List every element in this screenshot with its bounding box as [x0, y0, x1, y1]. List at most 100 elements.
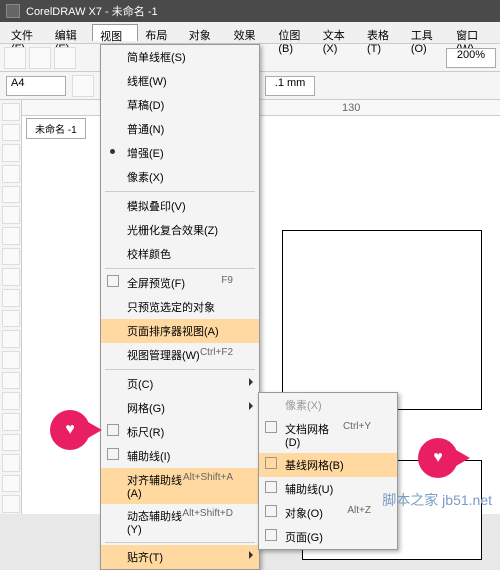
- menu-item-label: 视图管理器(W): [127, 347, 200, 363]
- tool-button[interactable]: [2, 103, 20, 121]
- page-outline: [282, 230, 482, 410]
- menu-item[interactable]: 简单线框(S): [101, 45, 259, 69]
- menu-item[interactable]: 文本(X): [316, 24, 360, 41]
- submenu-item[interactable]: 辅助线(U): [259, 477, 397, 501]
- menu-item[interactable]: 光栅化复合效果(Z): [101, 218, 259, 242]
- submenu-item-label: 对象(O): [285, 505, 323, 521]
- tool-button[interactable]: [2, 165, 20, 183]
- menu-item[interactable]: 校样颜色: [101, 242, 259, 266]
- submenu-item: 像素(X): [259, 393, 397, 417]
- menu-item-label: 校样颜色: [127, 246, 171, 262]
- tool-button[interactable]: [2, 144, 20, 162]
- orientation-button[interactable]: [72, 75, 94, 97]
- menu-icon: [265, 457, 277, 469]
- tool-button[interactable]: [2, 289, 20, 307]
- menu-shortcut: F9: [221, 275, 233, 291]
- menu-item-label: 线框(W): [127, 73, 167, 89]
- bullet-icon: [110, 149, 115, 154]
- menu-item[interactable]: 页面排序器视图(A): [101, 319, 259, 343]
- menu-item[interactable]: 像素(X): [101, 165, 259, 189]
- menu-item-label: 草稿(D): [127, 97, 164, 113]
- menu-item[interactable]: 线框(W): [101, 69, 259, 93]
- nudge-input[interactable]: .1 mm: [265, 76, 315, 96]
- toolbar-button[interactable]: [54, 47, 76, 69]
- menu-item[interactable]: 表格(T): [360, 24, 404, 41]
- tool-button[interactable]: [2, 124, 20, 142]
- menu-icon: [107, 448, 119, 460]
- toolbar-button[interactable]: [4, 47, 26, 69]
- menu-item-label: 网格(G): [127, 400, 165, 416]
- menu-item[interactable]: 模拟叠印(V): [101, 194, 259, 218]
- menu-shortcut: Alt+Z: [347, 505, 371, 521]
- menu-item-label: 页面排序器视图(A): [127, 323, 219, 339]
- submenu-item[interactable]: 页面(G): [259, 525, 397, 549]
- menu-item-label: 增强(E): [127, 145, 164, 161]
- menu-item[interactable]: 只预览选定的对象: [101, 295, 259, 319]
- tool-button[interactable]: [2, 351, 20, 369]
- ruler-horizontal: 50100130: [22, 100, 500, 116]
- submenu-item-label: 辅助线(U): [285, 481, 333, 497]
- menu-item-label: 标尺(R): [127, 424, 164, 440]
- submenu-item[interactable]: 基线网格(B): [259, 453, 397, 477]
- menu-item[interactable]: 贴齐(T): [101, 545, 259, 569]
- menu-item-label: 对齐辅助线(A): [127, 472, 183, 500]
- menu-item[interactable]: 视图(V): [92, 24, 138, 41]
- menu-item[interactable]: 位图(B): [271, 24, 315, 41]
- menu-item[interactable]: 对齐辅助线(A)Alt+Shift+A: [101, 468, 259, 504]
- tool-button[interactable]: [2, 310, 20, 328]
- menu-shortcut: Ctrl+F2: [200, 347, 233, 363]
- menu-item-label: 模拟叠印(V): [127, 198, 186, 214]
- menu-item[interactable]: 对象(C): [182, 24, 227, 41]
- app-icon: [6, 4, 20, 18]
- submenu-arrow-icon: [249, 378, 253, 386]
- document-tab[interactable]: 未命名 -1: [26, 118, 86, 139]
- menu-item[interactable]: 视图管理器(W)Ctrl+F2: [101, 343, 259, 367]
- tool-button[interactable]: [2, 206, 20, 224]
- menu-item-label: 全屏预览(F): [127, 275, 185, 291]
- menu-item[interactable]: 动态辅助线(Y)Alt+Shift+D: [101, 504, 259, 540]
- menu-item[interactable]: 窗口(W): [449, 24, 496, 41]
- menu-bar: 文件(F)编辑(E)视图(V)布局(L)对象(C)效果(C)位图(B)文本(X)…: [0, 22, 500, 44]
- submenu-item[interactable]: 文档网格(D)Ctrl+Y: [259, 417, 397, 453]
- tool-button[interactable]: [2, 454, 20, 472]
- menu-item[interactable]: 布局(L): [138, 24, 181, 41]
- menu-item[interactable]: 网格(G): [101, 396, 259, 420]
- annotation-badge: ♥: [418, 438, 458, 478]
- menu-item[interactable]: 全屏预览(F) F9: [101, 271, 259, 295]
- menu-item[interactable]: 效果(C): [227, 24, 272, 41]
- tool-button[interactable]: [2, 330, 20, 348]
- tool-button[interactable]: [2, 268, 20, 286]
- menu-separator: [105, 268, 255, 269]
- menu-item[interactable]: 标尺(R): [101, 420, 259, 444]
- zoom-select[interactable]: 200%: [446, 48, 496, 68]
- toolbar-button[interactable]: [29, 47, 51, 69]
- menu-item[interactable]: 普通(N): [101, 117, 259, 141]
- menu-item[interactable]: 编辑(E): [48, 24, 92, 41]
- menu-shortcut: Alt+Shift+D: [182, 508, 233, 536]
- submenu-item-label: 基线网格(B): [285, 457, 344, 473]
- tool-button[interactable]: [2, 372, 20, 390]
- menu-item[interactable]: 页(C): [101, 372, 259, 396]
- tool-button[interactable]: [2, 413, 20, 431]
- menu-icon: [265, 505, 277, 517]
- tool-button[interactable]: [2, 475, 20, 493]
- submenu-item-label: 文档网格(D): [285, 421, 343, 449]
- tool-button[interactable]: [2, 186, 20, 204]
- menu-item[interactable]: 草稿(D): [101, 93, 259, 117]
- menu-item-label: 普通(N): [127, 121, 164, 137]
- page-size-select[interactable]: A4: [6, 76, 66, 96]
- menu-item-label: 像素(X): [127, 169, 164, 185]
- tool-button[interactable]: [2, 434, 20, 452]
- tool-button[interactable]: [2, 392, 20, 410]
- menu-separator: [105, 369, 255, 370]
- menu-item[interactable]: 工具(O): [404, 24, 449, 41]
- submenu-item[interactable]: 对象(O) Alt+Z: [259, 501, 397, 525]
- tool-button[interactable]: [2, 227, 20, 245]
- tool-button[interactable]: [2, 248, 20, 266]
- menu-item-label: 动态辅助线(Y): [127, 508, 182, 536]
- menu-item[interactable]: 文件(F): [4, 24, 48, 41]
- annotation-badge: ♥: [50, 410, 90, 450]
- tool-button[interactable]: [2, 495, 20, 513]
- menu-item[interactable]: 增强(E): [101, 141, 259, 165]
- menu-item[interactable]: 辅助线(I): [101, 444, 259, 468]
